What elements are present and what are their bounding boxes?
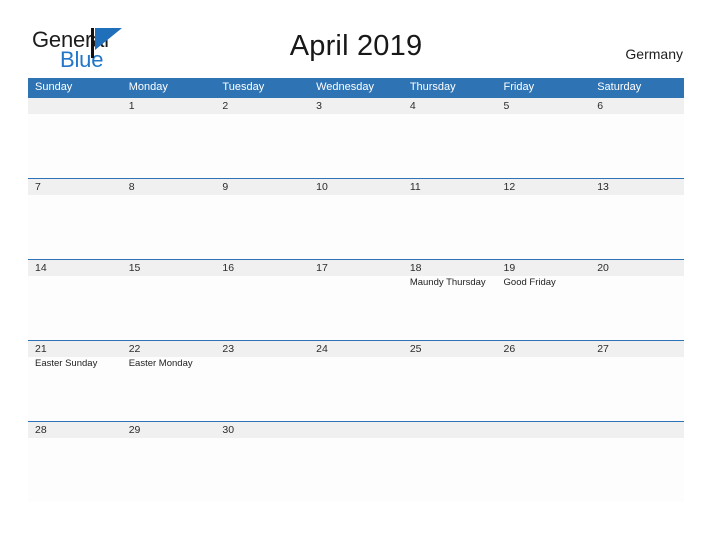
day-number[interactable]: 27 — [590, 341, 684, 357]
day-event — [215, 195, 309, 259]
week-event-band: Maundy Thursday Good Friday — [28, 276, 684, 340]
day-event — [122, 195, 216, 259]
day-number[interactable]: 16 — [215, 260, 309, 276]
day-number[interactable]: 26 — [497, 341, 591, 357]
day-number[interactable]: 20 — [590, 260, 684, 276]
calendar-week-row: 1 2 3 4 5 6 — [28, 97, 684, 178]
calendar-week-row: 7 8 9 10 11 12 13 — [28, 178, 684, 259]
day-number[interactable]: 25 — [403, 341, 497, 357]
weekday-header-row: Sunday Monday Tuesday Wednesday Thursday… — [28, 78, 684, 97]
calendar-page: General Blue April 2019 Germany Sunday M… — [0, 0, 712, 550]
day-event — [215, 438, 309, 502]
calendar-week-row: 21 22 23 24 25 26 27 Easter Sunday Easte… — [28, 340, 684, 421]
day-number[interactable] — [590, 422, 684, 438]
day-number[interactable]: 12 — [497, 179, 591, 195]
week-event-band — [28, 114, 684, 178]
calendar-week-row: 14 15 16 17 18 19 20 Maundy Thursday Goo… — [28, 259, 684, 340]
page-title: April 2019 — [289, 30, 423, 62]
day-number[interactable] — [497, 422, 591, 438]
day-event — [403, 357, 497, 421]
weekday-header-monday: Monday — [128, 81, 168, 93]
week-date-band: 14 15 16 17 18 19 20 — [28, 260, 684, 276]
weekday-header-tuesday: Tuesday — [222, 81, 265, 93]
day-number[interactable]: 1 — [122, 98, 216, 114]
day-event — [28, 438, 122, 502]
day-number[interactable]: 29 — [122, 422, 216, 438]
day-event — [122, 276, 216, 340]
page-header: General Blue April 2019 Germany — [0, 0, 712, 76]
day-event — [122, 438, 216, 502]
day-event — [590, 438, 684, 502]
day-number[interactable]: 14 — [28, 260, 122, 276]
country-label: Germany — [625, 46, 683, 62]
day-event — [403, 438, 497, 502]
week-event-band — [28, 438, 684, 502]
day-number[interactable]: 10 — [309, 179, 403, 195]
calendar-table: Sunday Monday Tuesday Wednesday Thursday… — [28, 78, 684, 502]
day-number[interactable]: 13 — [590, 179, 684, 195]
day-event — [590, 114, 684, 178]
day-number[interactable]: 8 — [122, 179, 216, 195]
day-event — [590, 357, 684, 421]
weekday-header-sunday: Sunday — [35, 81, 73, 93]
day-event — [215, 357, 309, 421]
week-event-band: Easter Sunday Easter Monday — [28, 357, 684, 421]
day-event — [309, 357, 403, 421]
day-event — [497, 195, 591, 259]
day-event — [28, 195, 122, 259]
day-event — [497, 438, 591, 502]
day-event — [215, 114, 309, 178]
day-number[interactable] — [403, 422, 497, 438]
day-event — [590, 276, 684, 340]
week-event-band — [28, 195, 684, 259]
day-number[interactable]: 3 — [309, 98, 403, 114]
day-number[interactable]: 28 — [28, 422, 122, 438]
day-event — [309, 114, 403, 178]
day-event — [28, 114, 122, 178]
day-number[interactable]: 11 — [403, 179, 497, 195]
day-event — [403, 195, 497, 259]
day-number[interactable]: 7 — [28, 179, 122, 195]
day-event: Easter Monday — [128, 358, 193, 369]
day-event: Easter Sunday — [35, 358, 98, 369]
weekday-header-friday: Friday — [503, 81, 535, 93]
day-number[interactable]: 19 — [497, 260, 591, 276]
day-event — [122, 114, 216, 178]
day-event — [497, 357, 591, 421]
day-number[interactable]: 21 — [28, 341, 122, 357]
day-number[interactable]: 6 — [590, 98, 684, 114]
day-event — [309, 195, 403, 259]
day-number[interactable] — [309, 422, 403, 438]
day-number[interactable]: 5 — [497, 98, 591, 114]
week-date-band: 1 2 3 4 5 6 — [28, 98, 684, 114]
week-date-band: 21 22 23 24 25 26 27 — [28, 341, 684, 357]
weekday-header-wednesday: Wednesday — [316, 81, 374, 93]
weekday-header-thursday: Thursday — [409, 81, 456, 93]
day-number[interactable]: 17 — [309, 260, 403, 276]
day-number[interactable] — [28, 98, 122, 114]
day-event — [590, 195, 684, 259]
week-date-band: 28 29 30 — [28, 422, 684, 438]
day-event — [309, 438, 403, 502]
day-number[interactable]: 22 — [122, 341, 216, 357]
day-number[interactable]: 4 — [403, 98, 497, 114]
day-event — [497, 114, 591, 178]
day-number[interactable]: 18 — [403, 260, 497, 276]
day-number[interactable]: 9 — [215, 179, 309, 195]
weekday-header-saturday: Saturday — [597, 81, 642, 93]
day-number[interactable]: 23 — [215, 341, 309, 357]
week-date-band: 7 8 9 10 11 12 13 — [28, 179, 684, 195]
day-event: Good Friday — [503, 277, 556, 288]
day-event — [403, 114, 497, 178]
day-event: Maundy Thursday — [409, 277, 486, 288]
day-number[interactable]: 30 — [215, 422, 309, 438]
day-event — [28, 276, 122, 340]
calendar-week-row: 28 29 30 — [28, 421, 684, 502]
day-number[interactable]: 24 — [309, 341, 403, 357]
day-event — [309, 276, 403, 340]
day-number[interactable]: 15 — [122, 260, 216, 276]
day-number[interactable]: 2 — [215, 98, 309, 114]
day-event — [215, 276, 309, 340]
